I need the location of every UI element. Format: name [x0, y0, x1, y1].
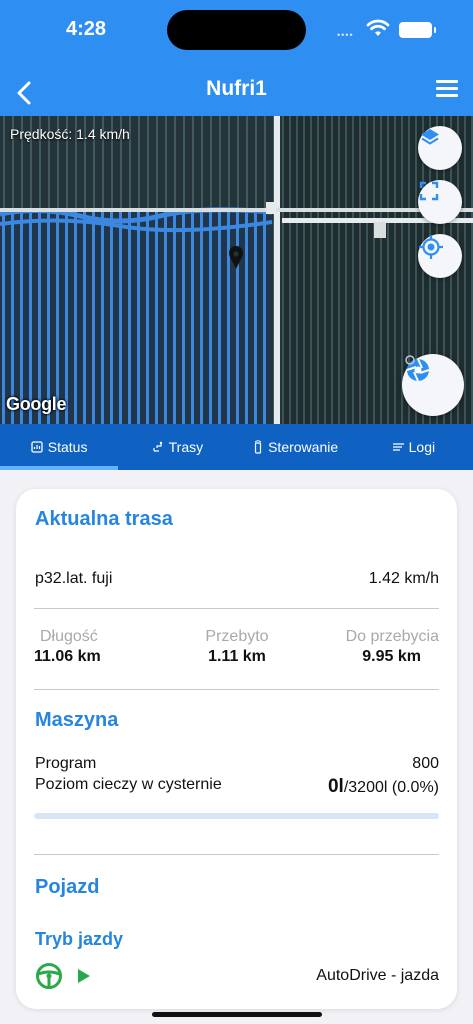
stat-done: Przebyto 1.11 km	[184, 628, 290, 666]
tab-status[interactable]: Status	[0, 424, 119, 470]
tab-logi-label: Logi	[408, 439, 436, 455]
stat-done-label: Przebyto	[205, 628, 269, 645]
tab-sterowanie[interactable]: Sterowanie	[237, 424, 355, 470]
tank-current: 0l	[327, 776, 344, 797]
camera-aperture-button[interactable]	[402, 354, 464, 416]
tab-logi[interactable]: Logi	[355, 424, 473, 470]
home-indicator	[152, 1012, 322, 1017]
drive-mode-title: Tryb jazdy	[35, 929, 124, 949]
route-icon	[153, 441, 162, 452]
layers-button[interactable]	[418, 126, 462, 170]
program-label: Program	[35, 755, 97, 772]
drive-mode-value: AutoDrive - jazda	[316, 967, 439, 984]
status-bar: 4:28 ••••	[0, 0, 473, 76]
route-section-title: Aktualna trasa	[35, 508, 173, 530]
signal-icon: ••••	[337, 30, 354, 40]
tab-trasy-label: Trasy	[168, 439, 204, 455]
remote-icon	[254, 440, 262, 454]
stat-length: Długość 11.06 km	[34, 628, 101, 666]
tab-trasy[interactable]: Trasy	[118, 424, 236, 470]
steering-wheel-icon	[36, 963, 62, 989]
program-value: 800	[412, 755, 439, 772]
nav-bar: Nufri1	[0, 76, 473, 116]
divider	[34, 689, 439, 690]
crosshair-icon	[419, 235, 443, 259]
google-attribution: Google	[6, 394, 67, 414]
tab-bar: Status Trasy Sterowanie Logi	[0, 424, 473, 470]
status-icon	[31, 441, 43, 453]
layers-icon	[421, 129, 439, 145]
fullscreen-button[interactable]	[418, 180, 462, 224]
drive-mode-row: AutoDrive - jazda	[35, 962, 439, 990]
tank-progress-bar	[34, 813, 439, 819]
status-time: 4:28	[66, 18, 107, 40]
stat-done-value: 1.11 km	[208, 648, 266, 665]
route-name: p32.lat. fuji	[35, 570, 113, 587]
stat-remaining-label: Do przebycia	[345, 628, 439, 645]
stat-length-value: 11.06 km	[34, 648, 101, 665]
list-icon	[392, 443, 404, 451]
route-stats: Długość 11.06 km Przebyto 1.11 km Do prz…	[34, 628, 439, 668]
divider	[34, 608, 439, 609]
tank-row: Poziom cieczy w cysternie 0l/3200l (0.0%…	[35, 776, 439, 798]
hamburger-menu-icon[interactable]	[436, 80, 458, 98]
dynamic-island	[167, 10, 306, 50]
page-title: Nufri1	[206, 77, 267, 100]
status-card: Aktualna trasa p32.lat. fuji 1.42 km/h D…	[16, 489, 457, 1009]
camera-aperture-icon	[405, 355, 430, 382]
route-speed: 1.42 km/h	[368, 570, 439, 587]
stat-length-label: Długość	[40, 628, 98, 645]
speed-overlay: Prędkość: 1.4 km/h	[10, 126, 130, 142]
stat-remaining: Do przebycia 9.95 km	[346, 628, 439, 666]
wifi-icon	[366, 19, 390, 36]
route-row: p32.lat. fuji 1.42 km/h	[35, 570, 439, 588]
vehicle-section-title: Pojazd	[35, 876, 100, 898]
drive-mode-icons	[35, 962, 91, 990]
tab-sterowanie-label: Sterowanie	[268, 439, 339, 455]
fullscreen-icon	[419, 181, 439, 201]
tank-rest: /3200l (0.0%)	[343, 779, 439, 796]
battery-icon	[399, 22, 436, 38]
my-location-button[interactable]	[418, 234, 462, 278]
program-row: Program 800	[35, 755, 439, 773]
stat-remaining-value: 9.95 km	[362, 648, 421, 665]
play-icon	[78, 969, 90, 983]
tank-label: Poziom cieczy w cysternie	[35, 776, 222, 793]
divider	[34, 854, 439, 855]
map-view[interactable]: Prędkość: 1.4 km/h Google	[0, 116, 473, 424]
tank-value: 0l/3200l (0.0%)	[328, 776, 439, 798]
tab-status-label: Status	[47, 439, 88, 455]
machine-section-title: Maszyna	[35, 709, 119, 731]
